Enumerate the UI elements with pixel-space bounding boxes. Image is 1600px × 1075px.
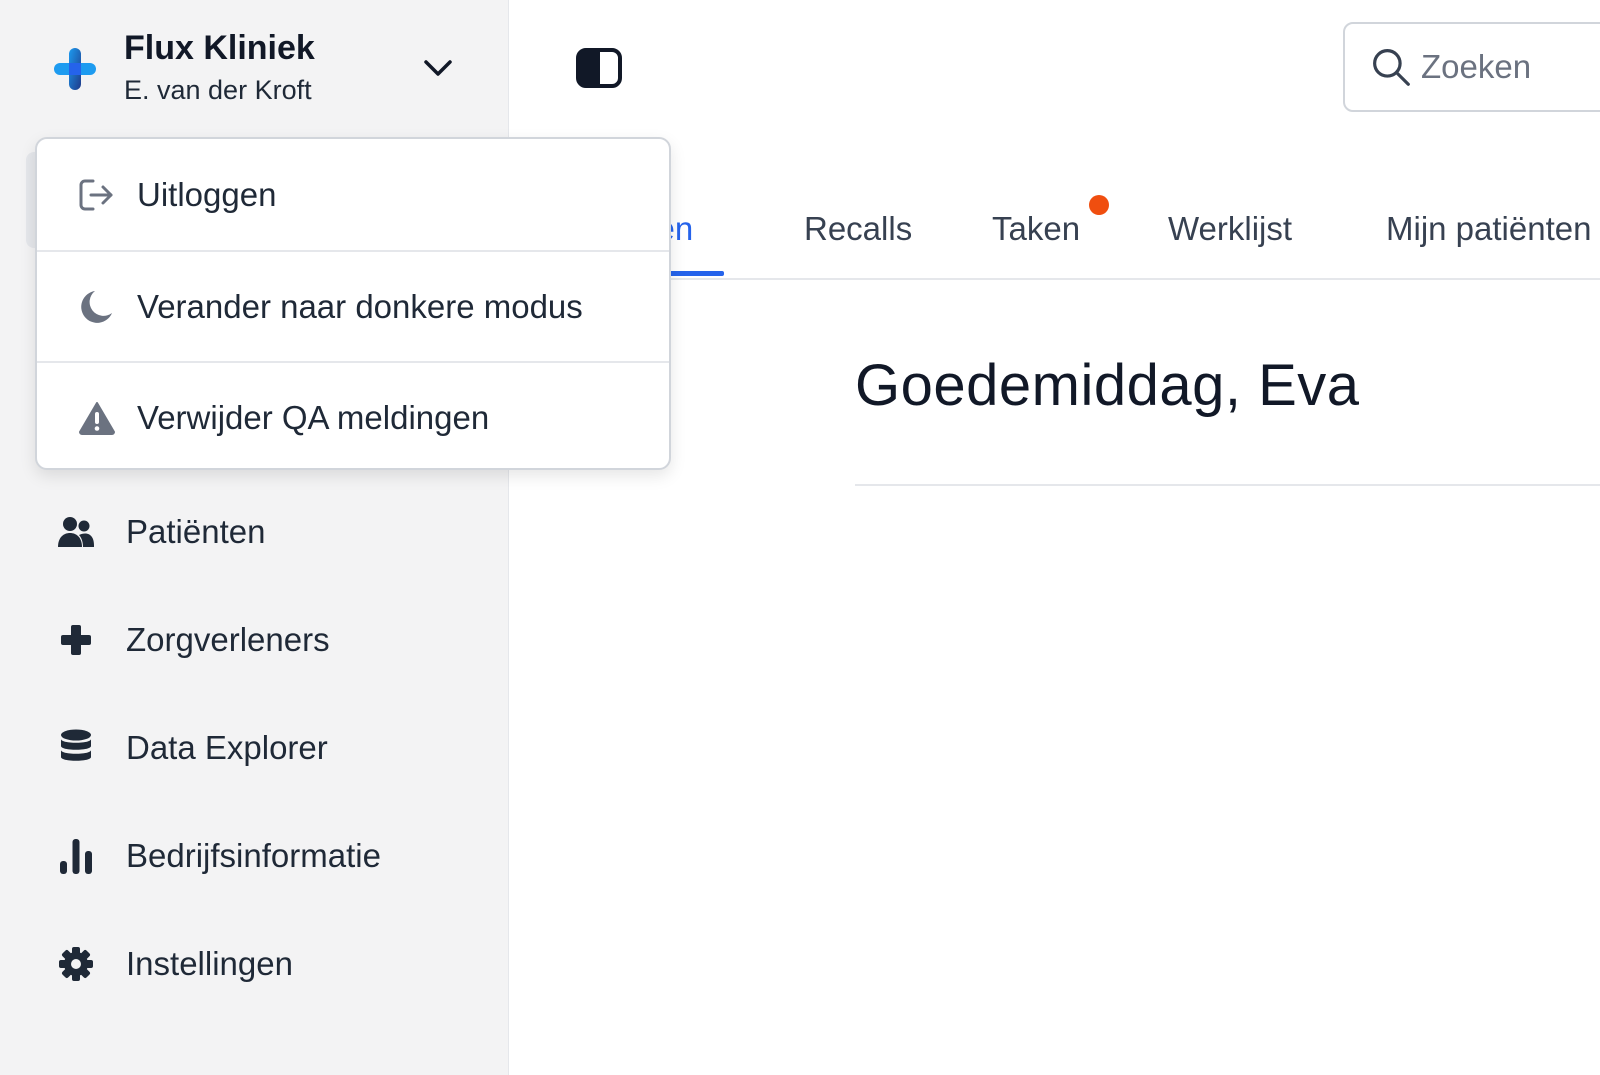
search-box[interactable] xyxy=(1343,22,1600,112)
menu-item-clear-qa[interactable]: Verwijder QA meldingen xyxy=(37,361,669,468)
tab-taken[interactable]: Taken xyxy=(992,210,1080,248)
page-title: Goedemiddag, Eva xyxy=(855,353,1360,418)
menu-item-label: Verwijder QA meldingen xyxy=(137,398,490,436)
sidebar-item-zorgverleners[interactable]: Zorgverleners xyxy=(56,610,330,670)
menu-item-label: Uitloggen xyxy=(137,175,277,213)
notification-dot xyxy=(1089,195,1109,215)
bar-chart-icon xyxy=(56,836,96,876)
sidebar-item-label: Data Explorer xyxy=(126,729,328,766)
tab-mijn-patienten[interactable]: Mijn patiënten xyxy=(1386,210,1591,248)
plus-icon xyxy=(56,620,96,660)
logout-icon xyxy=(77,175,117,215)
menu-item-logout[interactable]: Uitloggen xyxy=(37,139,669,250)
sidebar-item-label: Instellingen xyxy=(126,945,293,982)
sidebar-item-label: Zorgverleners xyxy=(126,621,330,658)
sidebar-item-patienten[interactable]: Patiënten xyxy=(56,502,265,562)
user-name: E. van der Kroft xyxy=(124,75,312,105)
menu-item-label: Verander naar donkere modus xyxy=(137,287,583,325)
gear-icon xyxy=(56,944,96,984)
clinic-name: Flux Kliniek xyxy=(124,29,315,67)
divider xyxy=(855,484,1600,486)
search-input[interactable] xyxy=(1421,48,1600,86)
sidebar-item-label: Bedrijfsinformatie xyxy=(126,837,381,874)
clinic-logo-icon xyxy=(54,48,96,90)
menu-item-dark-mode[interactable]: Verander naar donkere modus xyxy=(37,250,669,361)
chevron-down-icon[interactable] xyxy=(420,50,456,86)
users-icon xyxy=(56,512,96,552)
sidebar-item-data-explorer[interactable]: Data Explorer xyxy=(56,718,328,778)
sidebar-item-label: Patiënten xyxy=(126,513,266,550)
tab-werklijst[interactable]: Werklijst xyxy=(1168,210,1292,248)
tab-bar: ken Recalls Taken Werklijst Mijn patiënt… xyxy=(509,190,1600,280)
database-icon xyxy=(56,728,96,768)
tab-recalls[interactable]: Recalls xyxy=(804,210,912,248)
search-icon xyxy=(1373,49,1410,86)
brand-switcher[interactable]: Flux Kliniek E. van der Kroft xyxy=(52,28,315,108)
warning-icon xyxy=(77,398,117,438)
sidebar-item-bedrijfsinformatie[interactable]: Bedrijfsinformatie xyxy=(56,826,381,886)
sidebar-toggle-icon[interactable] xyxy=(576,48,622,88)
sidebar-item-instellingen[interactable]: Instellingen xyxy=(56,934,293,994)
moon-icon xyxy=(77,287,117,327)
user-menu: Uitloggen Verander naar donkere modus Ve… xyxy=(35,137,671,470)
